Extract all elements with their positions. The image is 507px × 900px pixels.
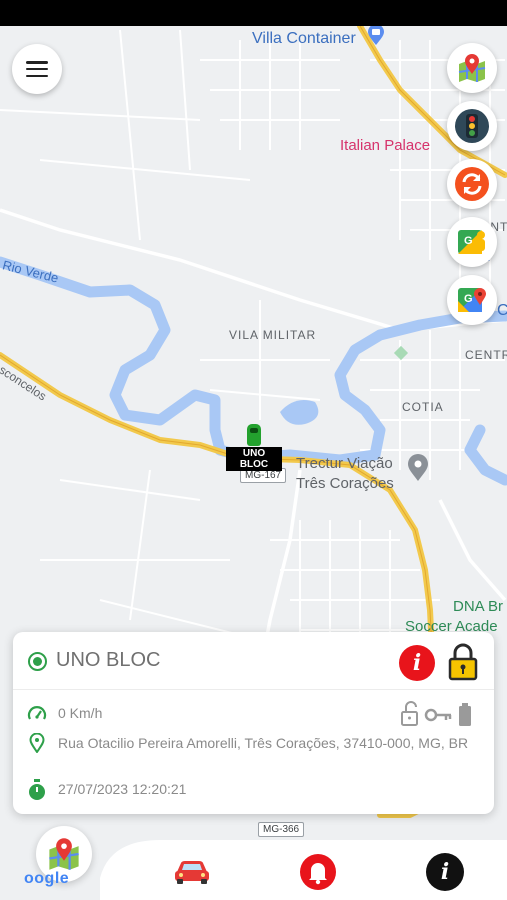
trectur-line-1: Trectur Viação — [296, 455, 393, 472]
google-logo: oogle — [24, 870, 70, 887]
traffic-light-icon — [455, 109, 489, 143]
map-label-italian-palace[interactable]: Italian Palace — [340, 137, 430, 154]
google-maps-button[interactable]: G — [447, 275, 497, 325]
address-row: Rua Otacilio Pereira Amorelli, Três Cora… — [13, 730, 494, 774]
datetime-value: 27/07/2023 12:20:21 — [58, 781, 187, 797]
map-label-centro: CENTR — [465, 348, 507, 362]
card-header: UNO BLOC i — [13, 632, 494, 690]
bell-icon — [300, 854, 336, 890]
speed-row: 0 Km/h — [13, 702, 494, 726]
street-view-button[interactable]: G — [447, 217, 497, 267]
map-label-cotia: COTIA — [402, 400, 444, 414]
car-icon — [175, 861, 209, 884]
map-pin-icon — [49, 838, 79, 870]
place-pin-icon[interactable] — [406, 454, 430, 482]
vehicle-marker[interactable]: UNO BLOC — [226, 424, 282, 471]
stopwatch-icon — [29, 779, 45, 800]
map-label-partial-c: C — [497, 302, 507, 319]
car-marker-icon — [247, 424, 261, 446]
map-label-trectur[interactable]: Trectur Viação Três Corações — [296, 454, 394, 494]
padlock-icon — [448, 643, 478, 681]
refresh-button[interactable] — [447, 159, 497, 209]
speed-value: 0 Km/h — [58, 705, 103, 721]
street-view-icon: G — [458, 230, 485, 254]
nav-alerts-button[interactable] — [296, 852, 340, 892]
datetime-row: 27/07/2023 12:20:21 — [13, 778, 494, 802]
traffic-button[interactable] — [447, 101, 497, 151]
info-icon: i — [412, 650, 422, 676]
nav-info-glyph: i — [440, 859, 450, 885]
info-circle-icon: i — [426, 853, 464, 891]
google-maps-icon: G — [458, 288, 486, 312]
vehicle-marker-label: UNO BLOC — [226, 447, 282, 471]
trectur-line-2: Três Corações — [296, 475, 394, 492]
speedometer-icon — [27, 706, 47, 720]
online-status-icon — [28, 652, 47, 671]
nav-info-button[interactable]: i — [423, 852, 467, 892]
vehicle-info-button[interactable]: i — [399, 645, 435, 681]
refresh-icon — [455, 167, 489, 201]
map-label-villa-container[interactable]: Villa Container — [252, 30, 356, 48]
menu-button[interactable] — [12, 44, 62, 94]
map-pin-icon — [458, 54, 486, 82]
svg-text:G: G — [464, 293, 473, 305]
vehicle-name: UNO BLOC — [56, 649, 161, 671]
shopping-pin-icon[interactable] — [367, 26, 385, 46]
map-label-vila-militar: VILA MILITAR — [229, 328, 317, 342]
road-shield-mg366: MG-366 — [258, 822, 305, 837]
hamburger-icon — [26, 61, 48, 77]
vehicle-info-card[interactable]: UNO BLOC i 0 Km/h Rua Otacilio Pereira A… — [13, 632, 494, 814]
svg-text:G: G — [464, 235, 473, 247]
status-bar — [0, 0, 507, 26]
map-layers-button[interactable] — [447, 43, 497, 93]
lock-button[interactable] — [447, 642, 479, 682]
nav-vehicles-button[interactable] — [170, 852, 214, 892]
address-text: Rua Otacilio Pereira Amorelli, Três Cora… — [58, 735, 469, 751]
map-label-dna-line-1[interactable]: DNA Br — [453, 598, 503, 615]
